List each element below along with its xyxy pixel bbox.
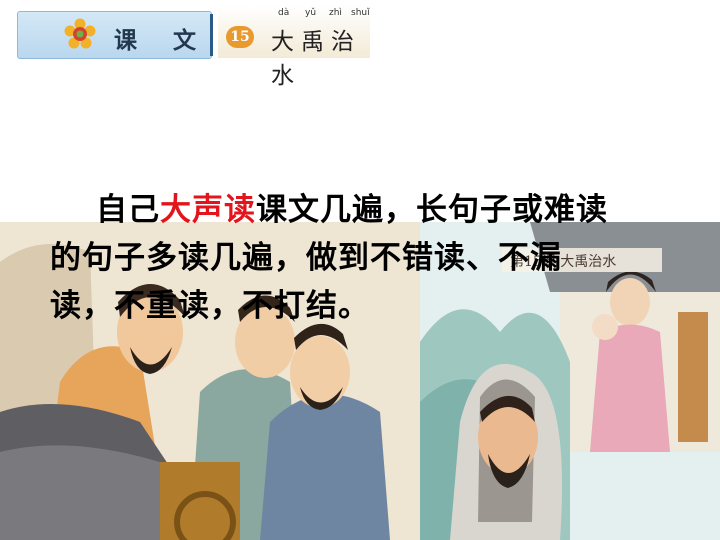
section-label: 课 文 xyxy=(114,28,211,54)
banner-divider xyxy=(210,14,213,56)
instruction-highlight: 大声读 xyxy=(160,192,256,228)
lesson-banner: 课 文 15 dà yǔ zhì shuǐ 大禹治水 xyxy=(17,6,370,89)
pinyin-da: dà xyxy=(278,8,290,18)
instruction-post: 课文几遍，长句子或难读 xyxy=(256,192,608,228)
pinyin-yu: yǔ xyxy=(305,8,317,18)
section-tag: 课 文 xyxy=(17,11,212,59)
instruction-line-3: 读，不重读，不打结。 xyxy=(50,288,370,324)
instruction-line-1: 自己大声读课文几遍，长句子或难读 xyxy=(50,186,690,234)
instruction-line-2: 的句子多读几遍，做到不错读、不漏 xyxy=(50,240,562,276)
pinyin-shui: shuǐ xyxy=(351,8,370,18)
lesson-title: 大禹治水 xyxy=(271,29,361,89)
lesson-number-badge: 15 xyxy=(226,26,254,48)
instruction-pre: 自己 xyxy=(96,192,160,228)
pinyin-zhi: zhì xyxy=(329,8,342,18)
reading-instruction: 自己大声读课文几遍，长句子或难读 的句子多读几遍，做到不错读、不漏 读，不重读，… xyxy=(50,186,690,330)
lesson-tag: 15 dà yǔ zhì shuǐ 大禹治水 xyxy=(218,6,370,89)
flower-icon xyxy=(64,18,96,49)
